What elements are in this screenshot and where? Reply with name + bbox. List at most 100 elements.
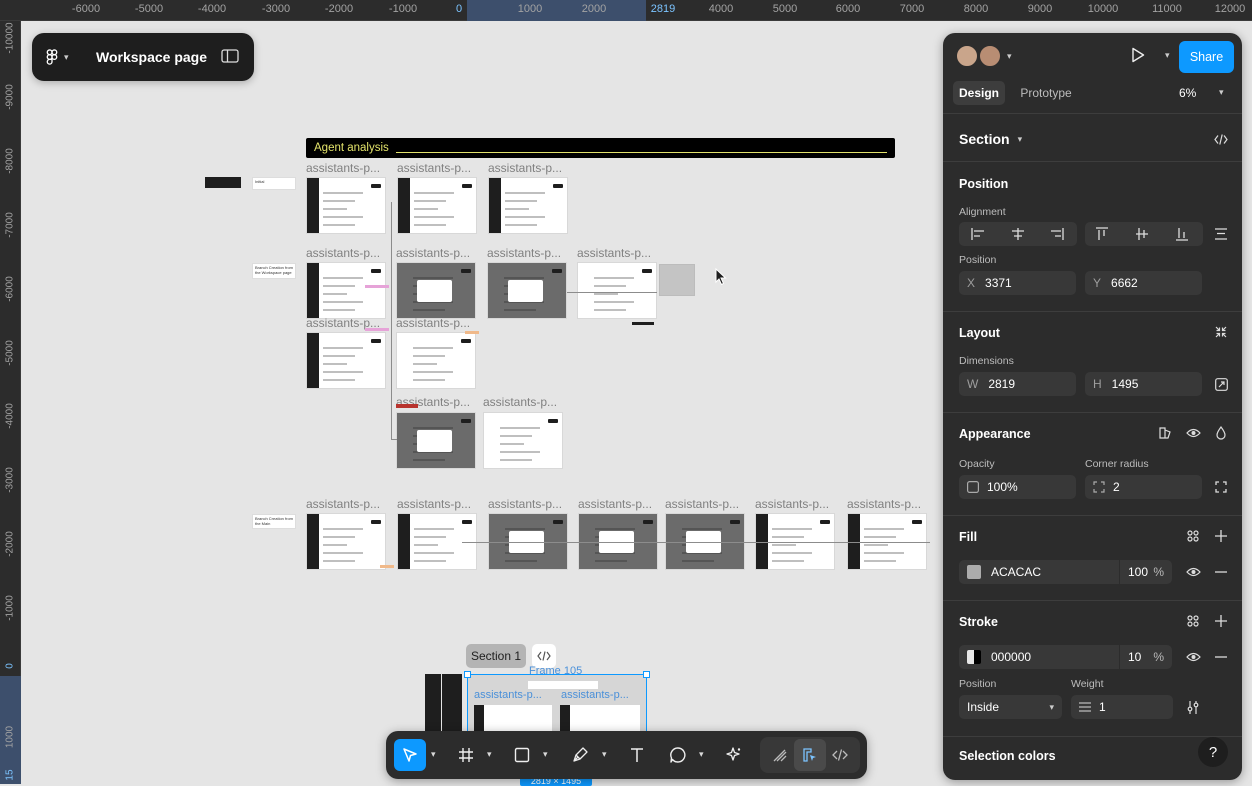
collaborator-avatars[interactable]: ▾ (955, 44, 1017, 70)
add-fill-button[interactable] (1209, 524, 1233, 548)
align-bottom-button[interactable] (1170, 222, 1194, 246)
stroke-color-field[interactable]: 000000 (959, 645, 1119, 669)
frame-label[interactable]: assistants-p... (483, 395, 557, 409)
main-menu-button[interactable]: ▾ (46, 46, 80, 68)
chevron-down-icon[interactable]: ▾ (487, 749, 492, 760)
opacity-field[interactable]: 100% (959, 475, 1076, 499)
tab-prototype[interactable]: Prototype (1011, 81, 1081, 105)
align-left-button[interactable] (966, 222, 990, 246)
stroke-position-select[interactable]: Inside ▾ (959, 695, 1062, 719)
dev-mode-toggle[interactable] (824, 739, 856, 771)
fill-color-field[interactable]: ACACAC (959, 560, 1119, 584)
remove-fill-button[interactable] (1209, 560, 1233, 584)
screen-frame-thumbnail[interactable] (306, 177, 386, 234)
agent-analysis-bar[interactable]: Agent analysis (306, 138, 895, 158)
align-right-button[interactable] (1045, 222, 1069, 246)
avatar[interactable] (955, 44, 979, 68)
initial-badge[interactable]: Initial (252, 177, 296, 190)
fill-opacity-field[interactable]: 100 % (1120, 560, 1172, 584)
draw-mode-button[interactable] (764, 739, 796, 771)
remove-stroke-button[interactable] (1209, 645, 1233, 669)
help-button[interactable]: ? (1198, 737, 1228, 767)
frame-label[interactable]: assistants-p... (578, 497, 652, 511)
screen-frame-thumbnail[interactable] (483, 412, 563, 469)
align-center-h-button[interactable] (1006, 222, 1030, 246)
move-tool-button[interactable] (394, 739, 426, 771)
chevron-down-icon[interactable]: ▾ (431, 749, 436, 760)
screen-frame-thumbnail[interactable] (487, 262, 567, 319)
distribute-button[interactable] (1209, 222, 1233, 246)
frame-label-selected[interactable]: assistants-p... (474, 689, 542, 701)
add-stroke-button[interactable] (1209, 609, 1233, 633)
stroke-styles-button[interactable] (1181, 609, 1205, 633)
toggle-sidebar-button[interactable] (221, 49, 239, 65)
chevron-down-icon[interactable]: ▾ (699, 749, 704, 760)
comment-tool-button[interactable] (662, 739, 694, 771)
section-1-frame-left[interactable] (442, 674, 462, 734)
chevron-down-icon[interactable]: ▾ (602, 749, 607, 760)
section-1-frame-left[interactable] (425, 674, 441, 734)
actions-tool-button[interactable] (718, 739, 750, 771)
design-mode-button[interactable] (794, 739, 826, 771)
branch-workspace-badge[interactable]: Branch Creation from the Workspace page (252, 263, 296, 279)
stroke-weight-field[interactable]: 1 (1071, 695, 1173, 719)
blend-mode-button[interactable] (1209, 421, 1233, 445)
visibility-toggle[interactable] (1181, 421, 1205, 445)
chevron-down-icon[interactable]: ▾ (543, 749, 548, 760)
screen-frame-thumbnail[interactable] (577, 262, 657, 319)
tab-design[interactable]: Design (953, 81, 1005, 105)
section-1-label[interactable]: Section 1 (466, 644, 526, 668)
frame-label[interactable]: assistants-p... (396, 316, 470, 330)
selected-frame-105[interactable]: assistants-p... assistants-p... (464, 671, 650, 735)
corner-radius-field[interactable]: 2 (1085, 475, 1202, 499)
screen-frame-thumbnail[interactable] (396, 332, 476, 389)
stroke-swatch[interactable] (967, 650, 981, 664)
frame-label[interactable]: assistants-p... (665, 497, 739, 511)
pen-tool-button[interactable] (564, 739, 596, 771)
file-name[interactable]: Workspace page (96, 49, 207, 65)
height-field[interactable]: H 1495 (1085, 372, 1202, 396)
screen-frame-thumbnail[interactable] (306, 262, 386, 319)
frame-label[interactable]: assistants-p... (306, 161, 380, 175)
stroke-settings-button[interactable] (1181, 695, 1205, 719)
frame-tool-button[interactable] (450, 739, 482, 771)
fill-swatch[interactable] (967, 565, 981, 579)
x-position-field[interactable]: X 3371 (959, 271, 1076, 295)
resize-handle[interactable] (643, 671, 650, 678)
screen-frame-thumbnail[interactable] (488, 177, 568, 234)
stroke-visibility-toggle[interactable] (1181, 645, 1205, 669)
selection-type-dropdown[interactable]: Section ▾ (959, 129, 1039, 149)
share-button[interactable]: Share (1179, 41, 1234, 73)
fill-visibility-toggle[interactable] (1181, 560, 1205, 584)
frame-label[interactable]: assistants-p... (397, 497, 471, 511)
screen-frame-thumbnail[interactable] (306, 513, 386, 570)
zoom-dropdown[interactable]: 6% ▾ (1179, 81, 1231, 105)
variable-mode-button[interactable] (1153, 421, 1177, 445)
shape-tool-button[interactable] (506, 739, 538, 771)
fill-styles-button[interactable] (1181, 524, 1205, 548)
small-gray-card[interactable] (659, 264, 695, 296)
avatar[interactable] (978, 44, 1002, 68)
auto-layout-button[interactable] (1209, 320, 1233, 344)
frame-label[interactable]: assistants-p... (397, 161, 471, 175)
initial-label-card[interactable] (205, 177, 241, 188)
resize-to-fit-button[interactable] (1209, 372, 1233, 396)
width-field[interactable]: W 2819 (959, 372, 1076, 396)
resize-handle[interactable] (464, 671, 471, 678)
branch-main-badge[interactable]: Branch Creation from the Main (252, 514, 296, 529)
stroke-opacity-field[interactable]: 10 % (1120, 645, 1172, 669)
y-position-field[interactable]: Y 6662 (1085, 271, 1202, 295)
frame-label[interactable]: assistants-p... (847, 497, 921, 511)
frame-label[interactable]: assistants-p... (755, 497, 829, 511)
align-middle-button[interactable] (1130, 222, 1154, 246)
frame-label[interactable]: assistants-p... (487, 246, 561, 260)
screen-frame-thumbnail[interactable] (396, 412, 476, 469)
text-tool-button[interactable] (621, 739, 653, 771)
frame-label-selected[interactable]: assistants-p... (561, 689, 629, 701)
frame-label[interactable]: assistants-p... (577, 246, 651, 260)
independent-corners-button[interactable] (1209, 475, 1233, 499)
frame-label[interactable]: assistants-p... (306, 497, 380, 511)
screen-frame-thumbnail[interactable] (397, 177, 477, 234)
frame-label[interactable]: assistants-p... (306, 246, 380, 260)
dev-mode-button[interactable] (1209, 127, 1233, 151)
